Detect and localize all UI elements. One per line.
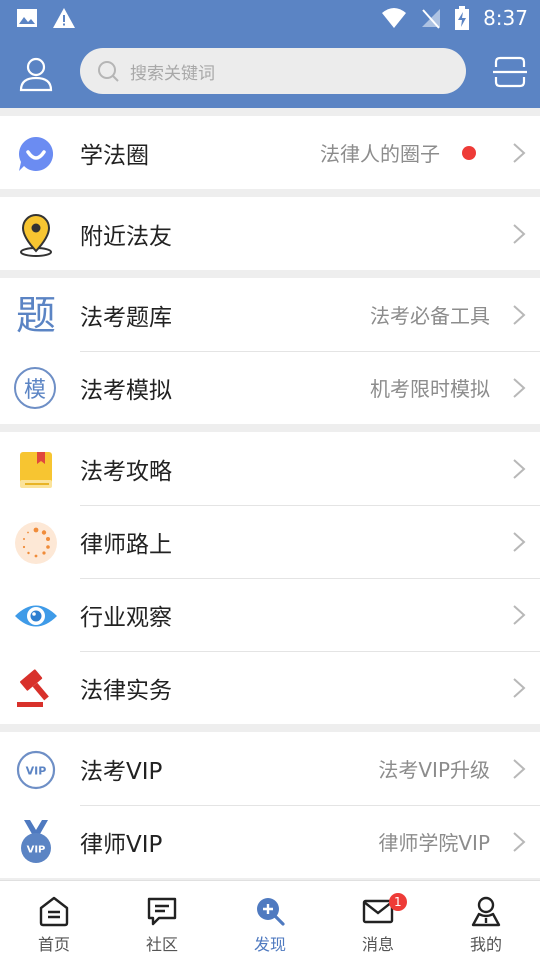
chat-bubble-icon <box>14 132 58 176</box>
menu-item-subtitle: 法考VIP升级 <box>378 758 490 782</box>
message-count-badge: 1 <box>388 893 407 911</box>
menu-item-title: 法考攻略 <box>80 458 172 485</box>
vip-badge-icon: VIP <box>14 748 58 792</box>
status-time: 8:37 <box>483 6 528 30</box>
gavel-icon <box>14 667 58 711</box>
menu-item-industry-watch[interactable]: 行业观察 <box>0 578 540 651</box>
menu-item-nearby-friends[interactable]: 附近法友 <box>0 197 540 270</box>
discover-menu-list: 学法圈 法律人的圈子 附近法友 题 法考题库 法考必备工具 模 法考模拟 机考限… <box>0 108 540 878</box>
tab-home[interactable]: 首页 <box>0 881 108 960</box>
menu-item-subtitle: 法考必备工具 <box>370 304 490 328</box>
menu-item-title: 附近法友 <box>80 223 172 250</box>
menu-item-title: 学法圈 <box>80 142 149 169</box>
tab-community[interactable]: 社区 <box>108 881 216 960</box>
tab-label: 首页 <box>37 935 70 954</box>
chevron-right-icon <box>513 305 526 325</box>
chevron-right-icon <box>513 759 526 779</box>
mock-exam-glyph: 模 <box>23 378 46 403</box>
menu-group-vip: VIP 法考VIP 法考VIP升级 VIP 律师VIP 律师学院VIP <box>0 732 540 878</box>
menu-item-legal-practice[interactable]: 法律实务 <box>0 651 540 724</box>
search-placeholder: 搜索关键词 <box>130 63 215 84</box>
chevron-right-icon <box>513 143 526 163</box>
tab-label: 我的 <box>469 935 502 954</box>
svg-text:VIP: VIP <box>27 845 46 856</box>
bottom-tab-bar: 首页 社区 发现 1 消息 我的 <box>0 880 540 960</box>
svg-text:VIP: VIP <box>26 765 47 778</box>
tab-label: 发现 <box>253 935 286 954</box>
tab-discover[interactable]: 发现 <box>216 881 324 960</box>
vip-medal-icon: VIP <box>14 820 58 865</box>
menu-item-mock-exam[interactable]: 模 法考模拟 机考限时模拟 <box>0 351 540 424</box>
chevron-right-icon <box>513 459 526 479</box>
discover-search-icon <box>257 898 285 926</box>
chevron-right-icon <box>513 678 526 698</box>
menu-item-xuefaquan[interactable]: 学法圈 法律人的圈子 <box>0 116 540 189</box>
menu-item-subtitle: 法律人的圈子 <box>320 142 440 166</box>
menu-item-subtitle: 律师学院VIP <box>378 831 490 855</box>
scan-icon[interactable] <box>492 54 528 90</box>
chevron-right-icon <box>513 224 526 244</box>
search-input[interactable]: 搜索关键词 <box>80 48 466 94</box>
no-signal-icon <box>422 9 441 29</box>
eye-icon <box>14 594 58 638</box>
menu-item-question-bank[interactable]: 题 法考题库 法考必备工具 <box>0 278 540 351</box>
battery-charging-icon <box>455 6 470 30</box>
menu-item-exam-vip[interactable]: VIP 法考VIP 法考VIP升级 <box>0 732 540 805</box>
menu-item-title: 行业观察 <box>80 604 172 631</box>
question-bank-glyph: 题 <box>16 293 56 339</box>
menu-item-title: 律师VIP <box>80 831 163 858</box>
chevron-right-icon <box>513 378 526 398</box>
tab-profile[interactable]: 我的 <box>432 881 540 960</box>
menu-item-title: 法考模拟 <box>80 377 172 404</box>
menu-group-nearby: 附近法友 <box>0 197 540 270</box>
message-square-icon <box>147 897 177 926</box>
menu-item-title: 法考VIP <box>80 758 163 785</box>
profile-icon <box>471 896 501 927</box>
location-pin-icon <box>14 213 58 257</box>
search-icon <box>98 61 119 82</box>
chevron-right-icon <box>513 832 526 852</box>
chevron-right-icon <box>513 532 526 552</box>
wifi-icon <box>382 8 407 28</box>
status-bar: 8:37 <box>0 0 540 36</box>
image-icon <box>17 9 37 27</box>
chevron-right-icon <box>513 605 526 625</box>
tab-label: 社区 <box>145 935 178 954</box>
warning-icon <box>53 8 75 28</box>
loading-circle-icon <box>14 521 58 565</box>
menu-item-title: 法考题库 <box>80 304 172 331</box>
home-icon <box>39 896 69 927</box>
mock-exam-icon: 模 <box>14 367 56 409</box>
unread-dot <box>462 146 476 160</box>
tab-messages[interactable]: 1 消息 <box>324 881 432 960</box>
header-bar: 搜索关键词 <box>0 36 540 108</box>
menu-item-exam-guide[interactable]: 法考攻略 <box>0 432 540 505</box>
tab-label: 消息 <box>361 935 394 954</box>
menu-group-articles: 法考攻略 律师路上 行业观察 法律实务 <box>0 432 540 724</box>
menu-item-lawyer-road[interactable]: 律师路上 <box>0 505 540 578</box>
book-icon <box>14 448 58 492</box>
menu-item-lawyer-vip[interactable]: VIP 律师VIP 律师学院VIP <box>0 805 540 878</box>
question-bank-icon: 题 <box>14 294 58 338</box>
menu-group-exam: 题 法考题库 法考必备工具 模 法考模拟 机考限时模拟 <box>0 278 540 424</box>
menu-item-title: 法律实务 <box>80 677 172 704</box>
menu-group-circle: 学法圈 法律人的圈子 <box>0 116 540 189</box>
menu-item-title: 律师路上 <box>80 531 172 558</box>
user-icon[interactable] <box>16 54 56 94</box>
menu-item-subtitle: 机考限时模拟 <box>370 377 490 401</box>
